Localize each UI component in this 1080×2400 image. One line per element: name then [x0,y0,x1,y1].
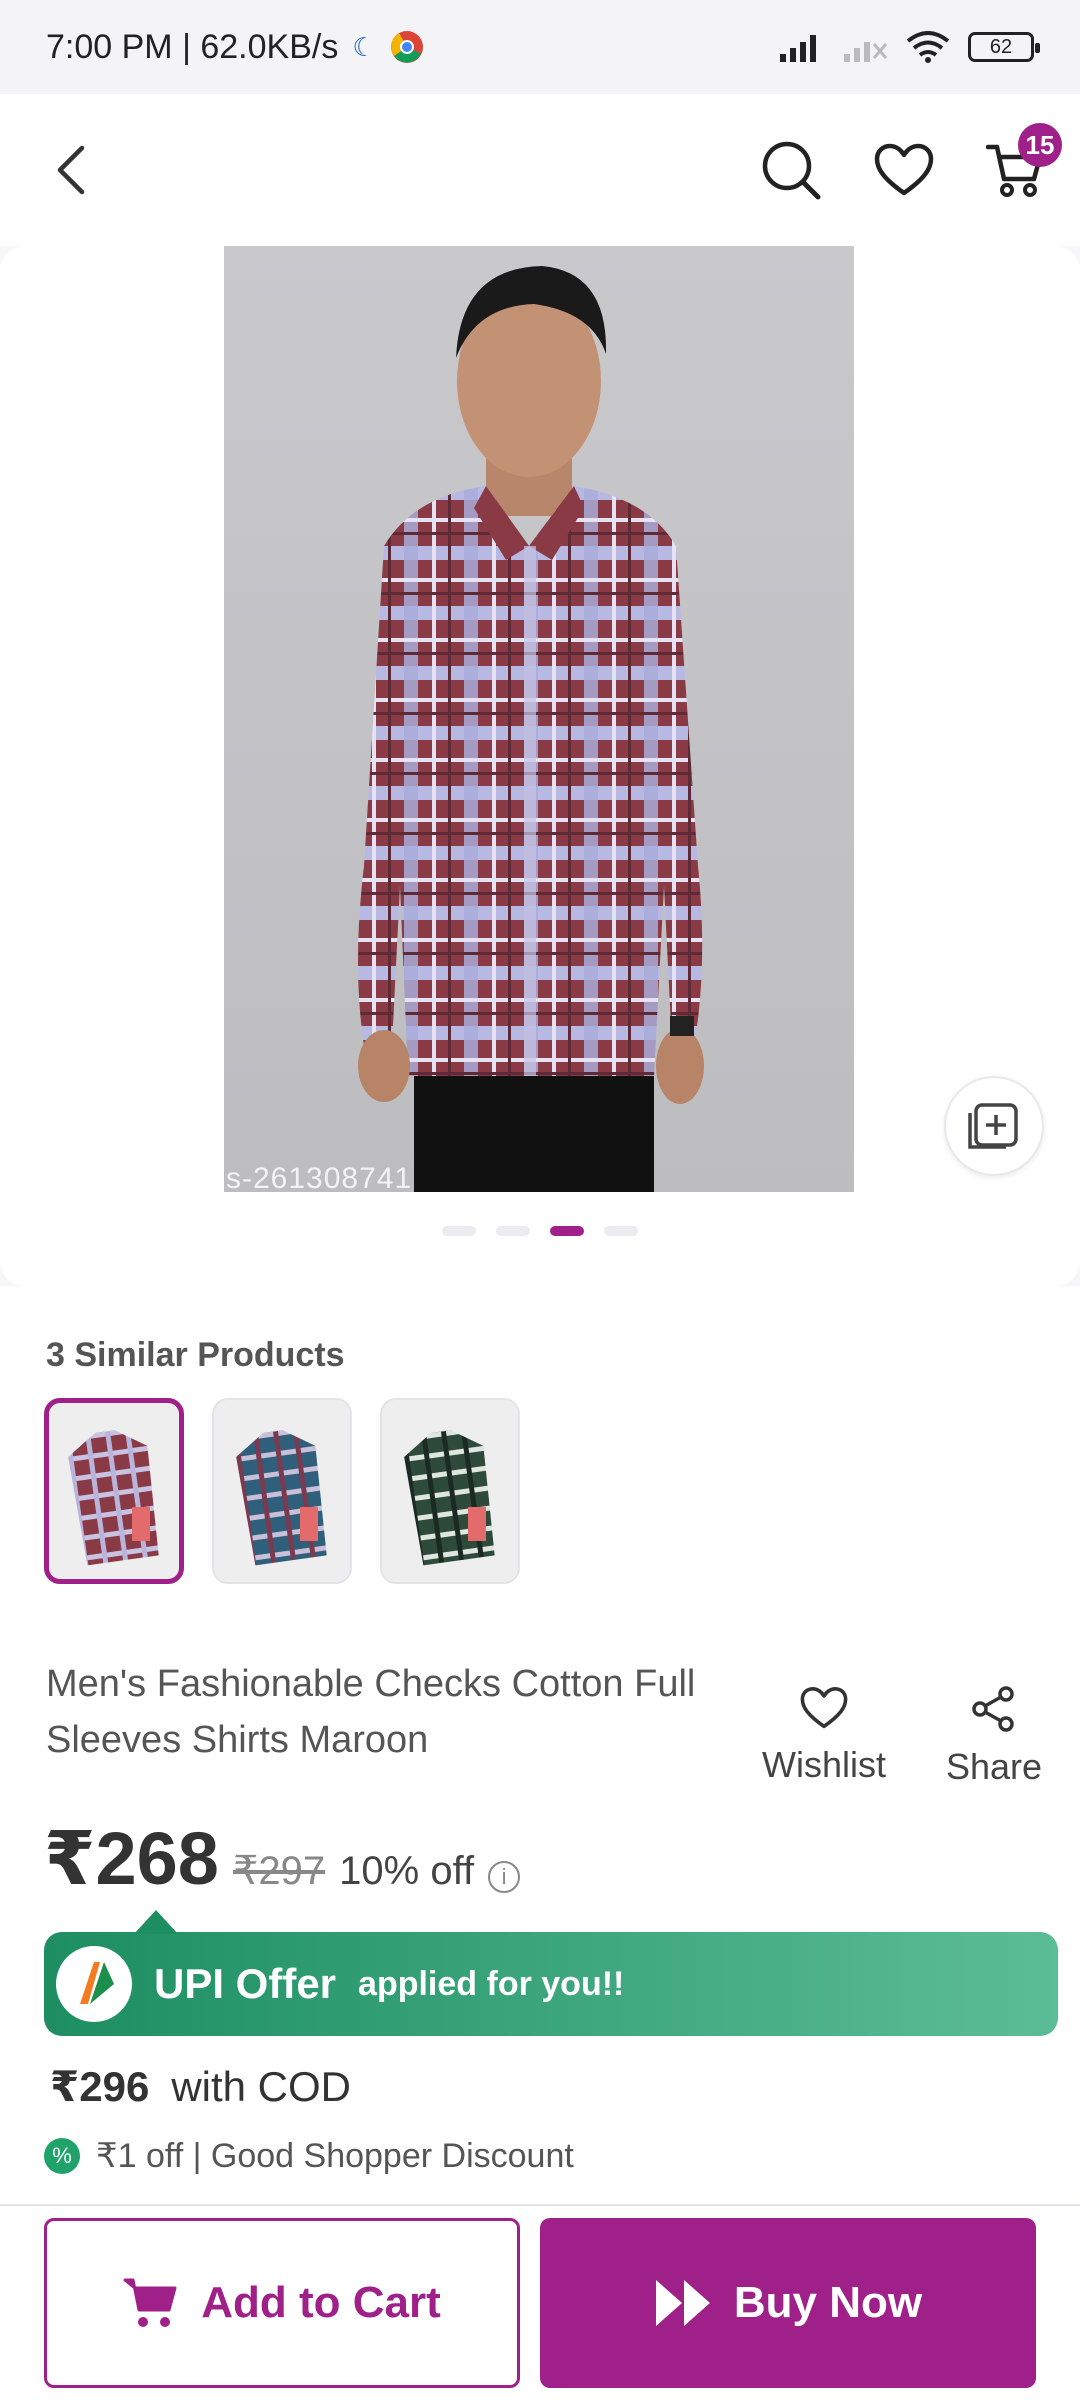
product-image[interactable]: s-261308741 [224,246,854,1192]
wishlist-header-button[interactable] [874,143,934,197]
carousel-dot[interactable] [496,1226,530,1236]
similar-products-title: 3 Similar Products [46,1336,345,1374]
status-bar: 7:00 PM | 62.0KB/s ☾ 62 [0,0,1080,94]
carousel-dot[interactable] [604,1226,638,1236]
add-to-cart-button[interactable]: Add to Cart [44,2218,520,2388]
cod-price-row: ₹296 with COD [50,2062,351,2111]
shirt-thumbnail-image [404,1430,495,1566]
similar-product-thumbnail[interactable] [44,1398,184,1584]
carousel-dot-active[interactable] [550,1226,584,1236]
back-button[interactable] [54,144,88,196]
product-image-code: s-261308741 [226,1162,413,1192]
shopper-discount-text: ₹1 off | Good Shopper Discount [96,2137,574,2175]
search-button[interactable] [760,139,822,201]
bottom-action-bar: Add to Cart Buy Now [0,2204,1080,2400]
chevron-left-icon [57,145,85,195]
upi-logo-icon [56,1946,132,2022]
carousel-dot[interactable] [442,1226,476,1236]
share-icon [972,1686,1014,1732]
current-price: ₹268 [44,1817,219,1900]
share-label: Share [946,1746,1043,1787]
wifi-icon [906,31,950,63]
fast-forward-icon [655,2280,710,2326]
shirt-thumbnail-image [236,1430,327,1566]
upi-offer-subtitle: applied for you!! [358,1964,625,2003]
battery-level: 62 [989,35,1013,58]
discount-badge-icon: % [44,2138,80,2174]
add-square-icon [968,1103,1018,1149]
chrome-icon [390,31,423,63]
moon-icon: ☾ [352,31,376,62]
similar-products-list [44,1398,520,1584]
buy-now-label: Buy Now [733,2278,923,2327]
share-button[interactable]: Share [946,1686,1042,1788]
carousel-indicator [0,1226,1080,1236]
similar-product-thumbnail[interactable] [212,1398,352,1584]
price-row: ₹268 ₹297 10% off i [44,1816,521,1902]
info-icon[interactable]: i [488,1861,521,1893]
product-image-card: s-261308741 [0,246,1080,1286]
wishlist-button[interactable]: Wishlist [762,1686,886,1786]
add-to-collection-button[interactable] [944,1076,1044,1176]
signal-off-icon [844,42,888,62]
heart-icon [874,143,934,196]
upi-offer-title: UPI Offer [154,1960,337,2007]
original-price: ₹297 [232,1849,326,1893]
status-time: 7:00 PM | 62.0KB/s [46,27,339,66]
cod-price: ₹296 [50,2063,150,2110]
top-navigation: 15 [0,94,1080,246]
search-icon [762,141,821,200]
shirt-thumbnail-image [68,1430,159,1566]
cart-button[interactable]: 15 [986,123,1062,199]
add-to-cart-label: Add to Cart [201,2278,441,2327]
product-title: Men's Fashionable Checks Cotton Full Sle… [46,1663,696,1761]
shopper-discount-row: % ₹1 off | Good Shopper Discount [44,2136,574,2176]
discount-percent: 10% off [339,1849,475,1893]
status-right: 62 [778,31,1040,63]
cart-count-badge: 15 [1018,123,1062,167]
upi-offer-banner: UPI Offer applied for you!! [44,1910,1058,2036]
signal-icon [780,35,816,62]
buy-now-button[interactable]: Buy Now [540,2218,1036,2388]
shirt-model-illustration [358,266,704,1192]
status-left: 7:00 PM | 62.0KB/s ☾ [46,28,424,67]
cod-label: with COD [171,2063,352,2110]
heart-icon [800,1687,848,1729]
wishlist-label: Wishlist [762,1744,886,1785]
similar-product-thumbnail[interactable] [380,1398,520,1584]
battery-indicator: 62 [968,32,1040,62]
cart-icon [123,2278,177,2327]
product-details-section: 3 Similar Products Men's Fashionable Che… [0,1286,1080,2206]
header-actions: 15 [760,123,1062,201]
